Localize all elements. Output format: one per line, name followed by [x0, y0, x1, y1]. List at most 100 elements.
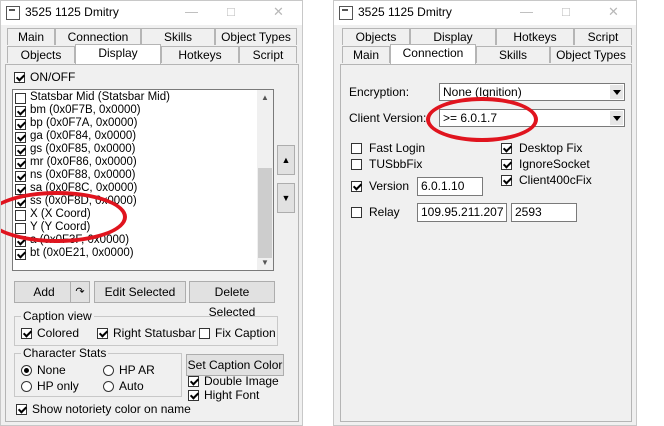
- show-notoriety-checkbox[interactable]: [16, 404, 27, 415]
- double-image-checkbox[interactable]: [188, 376, 199, 387]
- dropdown-arrow-icon: ↷: [75, 286, 85, 298]
- relay-checkbox[interactable]: [351, 207, 362, 218]
- list-vertical-scrollbar[interactable]: ▲ ▼: [257, 90, 273, 270]
- list-item-label: ns (0x0F88, 0x0000): [30, 169, 136, 181]
- stats-auto-radio[interactable]: [103, 381, 114, 392]
- list-item-label: ga (0x0F84, 0x0000): [30, 130, 137, 142]
- stats-hp-only-radio[interactable]: [21, 381, 32, 392]
- desktop-fix-label: Desktop Fix: [519, 141, 583, 155]
- tab-main[interactable]: Main: [7, 28, 55, 45]
- tab-display[interactable]: Display: [410, 28, 496, 45]
- colored-checkbox[interactable]: [21, 328, 32, 339]
- move-down-button[interactable]: ▼: [277, 183, 295, 213]
- chevron-down-icon[interactable]: [610, 111, 623, 125]
- character-stats-title: Character Stats: [21, 346, 109, 360]
- chevron-down-icon[interactable]: [610, 85, 623, 99]
- list-item-checkbox[interactable]: [15, 119, 26, 130]
- tab-skills[interactable]: Skills: [141, 28, 215, 45]
- maximize-icon[interactable]: □: [562, 4, 570, 19]
- display-panel: ON/OFF Statsbar Mid (Statsbar Mid) bm (0x…: [5, 64, 299, 422]
- fix-caption-checkbox[interactable]: [199, 328, 210, 339]
- ignore-socket-checkbox[interactable]: [501, 159, 512, 170]
- edit-selected-button[interactable]: Edit Selected: [94, 281, 186, 303]
- character-stats-group: Character Stats None HP AR HP only Auto: [14, 346, 182, 397]
- scroll-up-arrow-icon[interactable]: ▲: [261, 93, 269, 102]
- app-window-icon: [6, 6, 20, 20]
- scroll-thumb[interactable]: [258, 168, 272, 258]
- add-dropdown-button[interactable]: ↷: [70, 281, 90, 303]
- hight-font-checkbox[interactable]: [188, 390, 199, 401]
- tab-connection[interactable]: Connection: [390, 44, 476, 64]
- tab-main[interactable]: Main: [342, 46, 390, 63]
- tab-script[interactable]: Script: [574, 28, 632, 45]
- caption-view-group: Caption view Colored Right Statusbar Fix…: [14, 309, 278, 346]
- desktop-fix-checkbox[interactable]: [501, 143, 512, 154]
- tusbbfix-label: TUSbbFix: [369, 157, 423, 171]
- tab-display[interactable]: Display: [75, 44, 161, 64]
- minimize-icon[interactable]: —: [185, 4, 198, 19]
- delete-selected-button[interactable]: Delete Selected: [189, 281, 275, 319]
- tusbbfix-checkbox[interactable]: [351, 159, 362, 170]
- list-item-label: Statsbar Mid (Statsbar Mid): [30, 91, 170, 103]
- list-item[interactable]: bt (0x0E21, 0x0000): [13, 247, 257, 261]
- list-item-checkbox[interactable]: [15, 145, 26, 156]
- tab-skills[interactable]: Skills: [476, 46, 550, 63]
- move-up-icon: ▲: [281, 155, 291, 165]
- tab-hotkeys[interactable]: Hotkeys: [496, 28, 574, 45]
- relay-ip-input[interactable]: 109.95.211.207: [417, 203, 507, 222]
- relay-port-input[interactable]: 2593: [511, 203, 577, 222]
- list-item-label: bt (0x0E21, 0x0000): [30, 247, 134, 259]
- client-version-label: Client Version:: [349, 111, 427, 125]
- colored-label: Colored: [37, 326, 80, 340]
- list-item-checkbox[interactable]: [15, 249, 26, 260]
- list-item-label: mr (0x0F86, 0x0000): [30, 156, 137, 168]
- fast-login-checkbox[interactable]: [351, 143, 362, 154]
- list-item-checkbox[interactable]: [15, 93, 26, 104]
- tab-connection[interactable]: Connection: [55, 28, 141, 45]
- list-item-checkbox[interactable]: [15, 132, 26, 143]
- left-window: 3525 1125 Dmitry — □ ✕ Main Connection S…: [0, 0, 303, 426]
- list-item-label: bm (0x0F7B, 0x0000): [30, 104, 141, 116]
- list-item-label: gs (0x0F85, 0x0000): [30, 143, 136, 155]
- client400cfix-label: Client400cFix: [519, 173, 592, 187]
- fast-login-label: Fast Login: [369, 141, 426, 155]
- fix-caption-label: Fix Caption: [215, 326, 276, 340]
- right-window-title: 3525 1125 Dmitry: [358, 5, 452, 19]
- left-titlebar: 3525 1125 Dmitry — □ ✕: [1, 1, 302, 25]
- tab-hotkeys[interactable]: Hotkeys: [161, 46, 239, 63]
- stats-none-label: None: [37, 363, 66, 377]
- stats-none-radio[interactable]: [21, 365, 32, 376]
- red-annotation-ellipse: [426, 97, 538, 142]
- scroll-down-arrow-icon[interactable]: ▼: [261, 258, 269, 267]
- move-up-button[interactable]: ▲: [277, 145, 295, 175]
- right-window: 3525 1125 Dmitry — □ ✕ Objects Display H…: [333, 0, 637, 426]
- version-label: Version: [369, 179, 410, 193]
- tab-objects[interactable]: Objects: [7, 46, 75, 63]
- right-statusbar-checkbox[interactable]: [97, 328, 108, 339]
- minimize-icon[interactable]: —: [520, 4, 533, 19]
- list-item-checkbox[interactable]: [15, 106, 26, 117]
- list-item-checkbox[interactable]: [15, 158, 26, 169]
- tab-object-types[interactable]: Object Types: [550, 46, 632, 63]
- version-input[interactable]: 6.0.1.10: [417, 177, 483, 196]
- stats-hp-ar-label: HP AR: [119, 363, 155, 377]
- version-checkbox[interactable]: [351, 181, 362, 192]
- maximize-icon[interactable]: □: [227, 4, 235, 19]
- stats-auto-label: Auto: [119, 379, 144, 393]
- close-icon[interactable]: ✕: [608, 4, 619, 20]
- tab-object-types[interactable]: Object Types: [215, 28, 297, 45]
- list-item-checkbox[interactable]: [15, 171, 26, 182]
- move-down-icon: ▼: [281, 193, 291, 203]
- set-caption-color-button[interactable]: Set Caption Color: [186, 354, 284, 376]
- client400cfix-checkbox[interactable]: [501, 175, 512, 186]
- double-image-label: Double Image: [204, 374, 279, 388]
- onoff-checkbox[interactable]: [14, 72, 25, 83]
- tab-objects[interactable]: Objects: [342, 28, 410, 45]
- close-icon[interactable]: ✕: [273, 4, 284, 20]
- left-window-title: 3525 1125 Dmitry: [25, 5, 119, 19]
- display-items-list[interactable]: Statsbar Mid (Statsbar Mid) bm (0x0F7B, 0…: [12, 89, 274, 271]
- add-button[interactable]: Add: [14, 281, 74, 303]
- relay-label: Relay: [369, 205, 400, 219]
- stats-hp-ar-radio[interactable]: [103, 365, 114, 376]
- tab-script[interactable]: Script: [239, 46, 297, 63]
